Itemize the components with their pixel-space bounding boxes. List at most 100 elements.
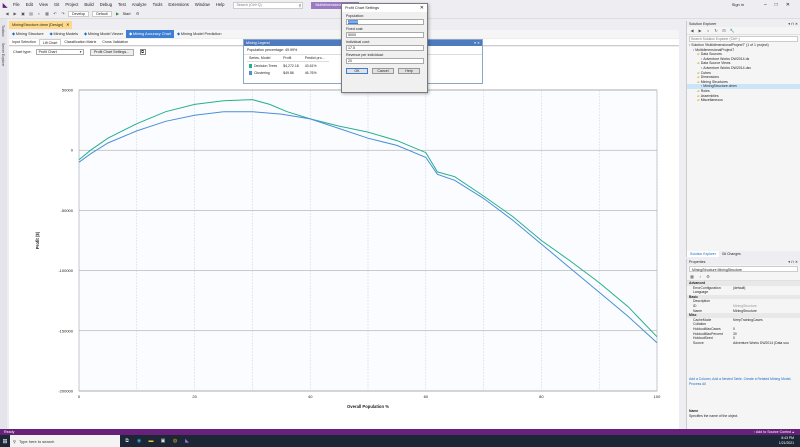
minimize-icon[interactable]: – [764, 2, 775, 8]
new-item-icon[interactable]: ▣ [20, 11, 26, 17]
ok-button[interactable]: OK [346, 68, 368, 74]
menu-item-extensions[interactable]: Extensions [165, 0, 191, 10]
menu-item-analyze[interactable]: Analyze [129, 0, 150, 10]
tree-item-label: Dimensions [700, 75, 719, 80]
x-tick-label: 60 [424, 394, 429, 399]
platform-select[interactable]: Default [92, 11, 112, 17]
solution-search-input[interactable]: Search Solution Explorer (Ctrl+;) [689, 36, 798, 42]
dialog-close-icon[interactable]: ✕ [420, 4, 424, 12]
start-icon[interactable]: ▶ [115, 11, 121, 17]
solution-tree: ▪Solution 'MultidimensionalProject7' (1 … [687, 43, 800, 103]
search-placeholder: Search (Ctrl+Q) [236, 2, 262, 7]
forward-icon[interactable]: ▶ [697, 28, 703, 34]
refresh-icon[interactable]: ↻ [713, 28, 719, 34]
clock-time: 8:43 PM [781, 436, 794, 440]
back-icon[interactable]: ◀ [4, 11, 10, 17]
folder-icon: ▰ [697, 70, 700, 75]
close-icon[interactable]: ✕ [786, 2, 798, 8]
subtab-input-selection[interactable]: Input Selection [9, 39, 39, 45]
tab-mining-model-prediction[interactable]: ◆ Mining Model Prediction [174, 30, 224, 38]
tab-solution-explorer[interactable]: Solution Explorer [687, 251, 719, 257]
configuration-select[interactable]: Develop [68, 11, 90, 17]
y-tick-label: -200000 [58, 389, 73, 394]
help-button[interactable]: Help [398, 68, 420, 74]
panel-controls[interactable]: ▾ ⊓ ✕ [788, 259, 798, 265]
tree-item-label: Miscellaneous [700, 98, 723, 103]
chart-type-value: Profit Chart [38, 50, 57, 54]
alphabetical-icon[interactable]: ↕ [697, 274, 703, 280]
designer-links[interactable]: Add a Column, Add a Nested Table, Create… [689, 377, 799, 386]
legend-window-controls[interactable]: ▾ ✕ [474, 40, 480, 46]
toolbar-extra-icon[interactable]: ⚙ [135, 11, 141, 17]
tab-mining-accuracy-chart[interactable]: ◆ Mining Accuracy Chart [126, 30, 174, 38]
menu-item-window[interactable]: Window [192, 0, 213, 10]
menu-item-help[interactable]: Help [213, 0, 228, 10]
visual-studio-icon[interactable]: ◣ [182, 438, 192, 444]
legend-series-name: Decision Trees [254, 63, 278, 68]
property-pages-icon[interactable]: ⚙ [705, 274, 711, 280]
save-all-icon[interactable]: ▦ [44, 11, 50, 17]
task-view-icon[interactable]: ⧉ [122, 438, 132, 444]
menu-item-file[interactable]: File [10, 0, 23, 10]
legend-predict-cell: 46.76% [304, 70, 317, 75]
maximize-icon[interactable]: □ [775, 2, 786, 8]
tab-mining-model-viewer[interactable]: ◆ Mining Model Viewer [81, 30, 126, 38]
cancel-button[interactable]: Cancel [372, 68, 394, 74]
panel-controls[interactable]: ▾ ⊓ ✕ [788, 21, 798, 27]
search-input[interactable]: Search (Ctrl+Q) ⚲ [233, 1, 304, 9]
menu-item-tools[interactable]: Tools [150, 0, 166, 10]
document-tab[interactable]: MiningStructure.dmm [Design] ✕ [9, 21, 73, 29]
tree-item[interactable]: ▰Miscellaneous [687, 98, 800, 103]
sign-in-link[interactable]: Sign in [732, 0, 744, 10]
chart-type-label: Chart type: [13, 50, 32, 54]
menu-item-project[interactable]: Project [62, 0, 81, 10]
tab-git-changes[interactable]: Git Changes [719, 251, 744, 257]
categorized-icon[interactable]: ▦ [689, 274, 695, 280]
property-value[interactable]: Adventure Works DW2014 (Data sou [733, 341, 800, 346]
legend-row[interactable]: Decision Trees $4,272.18 43.61% [247, 62, 329, 70]
home-icon[interactable]: ⌂ [705, 28, 711, 34]
edge-icon[interactable]: ◉ [134, 438, 144, 444]
menu-item-view[interactable]: View [36, 0, 51, 10]
individual-cost-input[interactable]: 17.5 [346, 45, 424, 51]
toolbox-tab[interactable]: Toolbox [1, 25, 5, 37]
copy-chart-icon[interactable]: ⧉ [139, 49, 146, 55]
windows-start-icon[interactable]: ⊞ [0, 438, 10, 445]
subtab-lift-chart[interactable]: Lift Chart [38, 39, 62, 45]
subtab-cross-validation[interactable]: Cross Validation [99, 39, 131, 45]
profit-chart-settings-button[interactable]: Profit Chart Settings... [89, 48, 134, 56]
properties-icon[interactable]: 🔧 [729, 28, 735, 34]
folder-icon: ▰ [697, 75, 700, 80]
menu-item-debug[interactable]: Debug [97, 0, 115, 10]
back-icon[interactable]: ◀ [689, 28, 695, 34]
open-icon[interactable]: ▤ [28, 11, 34, 17]
subtab-classification-matrix[interactable]: Classification Matrix [61, 39, 99, 45]
collapse-icon[interactable]: ⊟ [721, 28, 727, 34]
server-explorer-tab[interactable]: Server Explorer [1, 43, 5, 67]
save-icon[interactable]: ▪ [36, 11, 42, 17]
legend-row[interactable]: Clustering $49.86 46.76% [247, 69, 329, 76]
object-selector[interactable]: MiningStructure MiningStructure [689, 266, 798, 272]
start-button[interactable]: Start [123, 12, 131, 16]
menu-item-git[interactable]: Git [51, 0, 62, 10]
forward-icon[interactable]: ▶ [12, 11, 18, 17]
file-explorer-icon[interactable]: ▬ [146, 438, 156, 444]
menu-item-build[interactable]: Build [81, 0, 96, 10]
menu-item-test[interactable]: Test [115, 0, 129, 10]
tab-mining-structure[interactable]: ◆ Mining Structure [9, 30, 47, 38]
property-row[interactable]: Source Adventure Works DW2014 (Data sou [687, 341, 800, 346]
fixed-cost-input[interactable]: 5000 [346, 32, 424, 38]
legend-series-name: Clustering [254, 70, 270, 75]
chrome-icon[interactable]: ◍ [170, 438, 180, 444]
close-tab-icon[interactable]: ✕ [66, 23, 69, 27]
redo-icon[interactable]: ↷ [60, 11, 66, 17]
store-icon[interactable]: ▣ [158, 438, 168, 444]
menu-item-edit[interactable]: Edit [23, 0, 36, 10]
revenue-input[interactable]: 20 [346, 58, 424, 64]
chart-type-select[interactable]: Profit Chart ▾ [35, 49, 84, 55]
taskbar-search[interactable]: ⚲ Type here to search [10, 435, 120, 447]
status-text: Ready [4, 430, 15, 434]
undo-icon[interactable]: ↶ [52, 11, 58, 17]
tab-mining-models[interactable]: ◆ Mining Models [47, 30, 81, 38]
population-input[interactable]: 20000 [346, 19, 424, 25]
